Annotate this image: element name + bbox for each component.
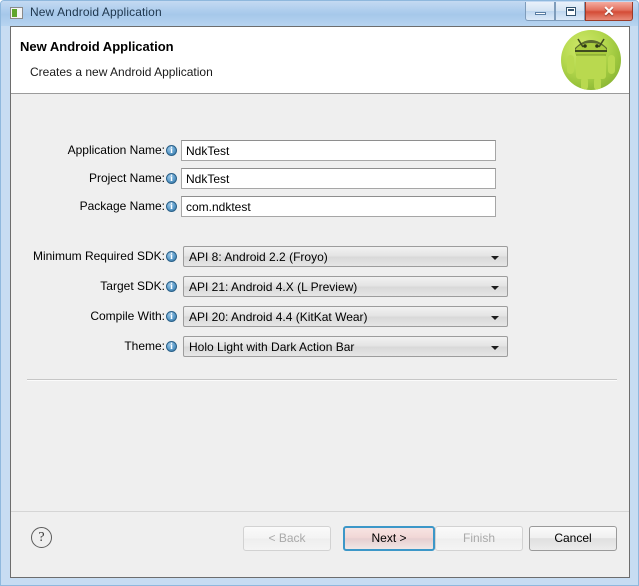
label-compile-with: Compile With: (90, 309, 165, 323)
theme-value: Holo Light with Dark Action Bar (189, 340, 355, 354)
maximize-button[interactable] (555, 2, 585, 21)
label-theme: Theme: (124, 339, 165, 353)
compile-with-select[interactable]: API 20: Android 4.4 (KitKat Wear) (183, 306, 508, 327)
label-wrap-application-name: Application Name: (11, 140, 165, 162)
target-sdk-select[interactable]: API 21: Android 4.X (L Preview) (183, 276, 508, 297)
label-package-name: Package Name: (79, 199, 165, 213)
dialog-button-bar: ? < Back Next > Finish Cancel (11, 511, 629, 577)
minimum-required-sdk-select[interactable]: API 8: Android 2.2 (Froyo) (183, 246, 508, 267)
info-icon[interactable] (166, 280, 177, 292)
cancel-button[interactable]: Cancel (529, 526, 617, 551)
row-package-name: Package Name: (11, 196, 629, 218)
help-icon[interactable]: ? (31, 527, 52, 548)
label-wrap-compile-with: Compile With: (11, 306, 165, 328)
page-title: New Android Application (20, 39, 174, 54)
label-wrap-project-name: Project Name: (11, 168, 165, 190)
info-icon[interactable] (166, 200, 177, 212)
back-button[interactable]: < Back (243, 526, 331, 551)
title-bar[interactable]: New Android Application ✕ (1, 1, 638, 26)
label-project-name: Project Name: (88, 171, 165, 185)
dialog-header: New Android Application Creates a new An… (11, 27, 629, 94)
info-icon[interactable] (166, 144, 177, 156)
info-icon[interactable] (166, 250, 177, 262)
row-theme: Theme: Holo Light with Dark Action Bar (11, 336, 629, 358)
label-wrap-theme: Theme: (11, 336, 165, 358)
minimize-icon (535, 12, 546, 15)
label-wrap-minimum-required-sdk: Minimum Required SDK: (11, 246, 165, 268)
info-icon[interactable] (166, 340, 177, 352)
chevron-down-icon (491, 256, 499, 260)
minimize-button[interactable] (525, 2, 555, 21)
next-button[interactable]: Next > (343, 526, 435, 551)
target-sdk-value: API 21: Android 4.X (L Preview) (189, 280, 358, 294)
close-icon: ✕ (603, 3, 615, 19)
info-icon[interactable] (166, 310, 177, 322)
chevron-down-icon (491, 346, 499, 350)
row-project-name: Project Name: (11, 168, 629, 190)
window-title: New Android Application (30, 5, 162, 19)
android-app-icon (10, 7, 23, 19)
new-android-application-dialog: New Android Application Creates a new An… (10, 26, 630, 578)
minimum-required-sdk-value: API 8: Android 2.2 (Froyo) (189, 250, 328, 264)
close-button[interactable]: ✕ (585, 2, 633, 21)
finish-button[interactable]: Finish (435, 526, 523, 551)
label-minimum-required-sdk: Minimum Required SDK: (32, 249, 165, 263)
label-wrap-package-name: Package Name: (11, 196, 165, 218)
label-wrap-target-sdk: Target SDK: (11, 276, 165, 298)
row-target-sdk: Target SDK: API 21: Android 4.X (L Previ… (11, 276, 629, 298)
row-compile-with: Compile With: API 20: Android 4.4 (KitKa… (11, 306, 629, 328)
info-icon[interactable] (166, 172, 177, 184)
page-subtitle: Creates a new Android Application (30, 65, 213, 79)
compile-with-value: API 20: Android 4.4 (KitKat Wear) (189, 310, 368, 324)
maximize-icon (566, 7, 576, 16)
chevron-down-icon (491, 316, 499, 320)
package-name-input[interactable] (181, 196, 496, 217)
dialog-content: Application Name: Project Name: Package … (11, 94, 629, 511)
project-name-input[interactable] (181, 168, 496, 189)
row-application-name: Application Name: (11, 140, 629, 162)
label-application-name: Application Name: (67, 143, 165, 157)
application-name-input[interactable] (181, 140, 496, 161)
android-robot-logo (561, 30, 621, 90)
label-target-sdk: Target SDK: (100, 279, 165, 293)
theme-select[interactable]: Holo Light with Dark Action Bar (183, 336, 508, 357)
row-minimum-required-sdk: Minimum Required SDK: API 8: Android 2.2… (11, 246, 629, 268)
application-window: New Android Application ✕ New Android Ap… (0, 0, 639, 586)
section-divider (27, 379, 617, 381)
chevron-down-icon (491, 286, 499, 290)
